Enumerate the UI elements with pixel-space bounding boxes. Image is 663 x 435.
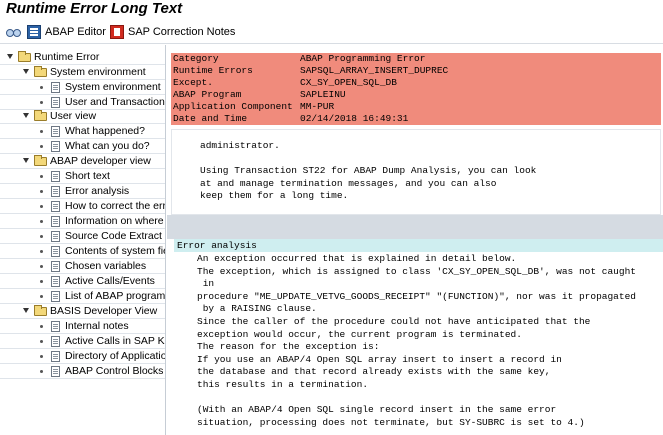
tree-leaf[interactable]: System environment [0, 80, 165, 95]
document-icon [51, 216, 60, 227]
expand-triangle-icon[interactable] [23, 308, 29, 313]
tree-node-basis-developer-view[interactable]: BASIS Developer View [0, 304, 165, 319]
document-icon [51, 171, 60, 182]
tree-leaf[interactable]: Internal notes [0, 319, 165, 334]
document-icon [51, 97, 60, 108]
folder-icon [18, 51, 31, 62]
tree-node-runtime-error[interactable]: Runtime Error [0, 50, 165, 65]
expand-triangle-icon[interactable] [7, 54, 13, 59]
long-text-viewer[interactable]: Category ABAP Programming Error Runtime E… [167, 45, 663, 435]
glasses-icon [6, 25, 21, 39]
tree-leaf[interactable]: Directory of Application [0, 349, 165, 364]
tree-leaf[interactable]: How to correct the err [0, 199, 165, 214]
document-icon [51, 321, 60, 332]
property-row: ABAP Program SAPLEINU [173, 89, 346, 100]
tree-node-user-view[interactable]: User view [0, 109, 165, 124]
expand-triangle-icon[interactable] [23, 69, 29, 74]
document-icon [51, 231, 60, 242]
tree-leaf[interactable]: Error analysis [0, 184, 165, 199]
tree-leaf[interactable]: What happened? [0, 124, 165, 139]
tree-leaf[interactable]: Source Code Extract [0, 229, 165, 244]
expand-triangle-icon[interactable] [23, 158, 29, 163]
document-icon [51, 141, 60, 152]
section-gap [167, 215, 663, 239]
document-icon [51, 126, 60, 137]
display-button[interactable] [6, 24, 21, 40]
document-icon [51, 336, 60, 347]
document-icon [51, 201, 60, 212]
tree-leaf[interactable]: List of ABAP programs a [0, 289, 165, 304]
property-row: Runtime Errors SAPSQL_ARRAY_INSERT_DUPREC [173, 65, 449, 76]
sap-notes-label: SAP Correction Notes [128, 26, 236, 38]
document-icon [51, 261, 60, 272]
title-bar: Runtime Error Long Text [0, 0, 663, 19]
tree-leaf[interactable]: Active Calls in SAP Kern [0, 334, 165, 349]
document-icon [51, 366, 60, 377]
error-analysis-heading: Error analysis [174, 239, 663, 252]
folder-icon [34, 305, 47, 316]
sap-notes-icon [110, 25, 124, 39]
folder-icon [34, 66, 47, 77]
tree-leaf[interactable]: What can you do? [0, 139, 165, 154]
abap-editor-label: ABAP Editor [45, 26, 106, 38]
property-row: Application Component MM-PUR [173, 101, 335, 112]
property-row: Category ABAP Programming Error [173, 53, 426, 64]
folder-icon [34, 110, 47, 121]
abap-editor-button[interactable]: ABAP Editor [27, 24, 106, 40]
tree-leaf[interactable]: ABAP Control Blocks (C [0, 364, 165, 379]
tree-leaf[interactable]: User and Transaction [0, 95, 165, 110]
header-properties: Category ABAP Programming Error Runtime E… [171, 53, 661, 125]
tree-leaf[interactable]: Short text [0, 169, 165, 184]
folder-icon [34, 155, 47, 166]
navigation-tree: Runtime Error System environment System … [0, 45, 166, 435]
abap-editor-icon [27, 25, 41, 39]
what-can-you-do-text: administrator. Using Transaction ST22 fo… [171, 129, 661, 215]
property-row: Date and Time 02/14/2018 16:49:31 [173, 113, 409, 124]
tree-leaf[interactable]: Chosen variables [0, 259, 165, 274]
application-toolbar: ABAP Editor SAP Correction Notes [0, 20, 663, 44]
error-analysis-text: An exception occurred that is explained … [174, 252, 663, 435]
property-row: Except. CX_SY_OPEN_SQL_DB [173, 77, 397, 88]
document-icon [51, 246, 60, 257]
window-title: Runtime Error Long Text [6, 0, 183, 17]
document-icon [51, 276, 60, 287]
tree-node-abap-developer-view[interactable]: ABAP developer view [0, 154, 165, 169]
tree-leaf[interactable]: Information on where t [0, 214, 165, 229]
document-icon [51, 186, 60, 197]
sap-correction-notes-button[interactable]: SAP Correction Notes [110, 24, 235, 40]
document-icon [51, 82, 60, 93]
document-icon [51, 351, 60, 362]
tree-leaf[interactable]: Active Calls/Events [0, 274, 165, 289]
tree-leaf[interactable]: Contents of system fiel [0, 244, 165, 259]
document-icon [51, 291, 60, 302]
expand-triangle-icon[interactable] [23, 113, 29, 118]
tree-node-system-environment[interactable]: System environment [0, 65, 165, 80]
